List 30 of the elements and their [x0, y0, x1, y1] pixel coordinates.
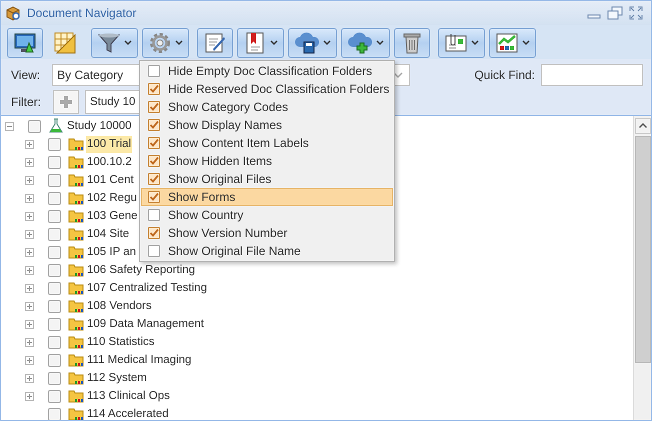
menu-item[interactable]: Show Content Item Labels: [141, 134, 393, 152]
tree-item[interactable]: 103 Gene: [86, 208, 139, 224]
menu-item[interactable]: Show Original File Name: [141, 242, 393, 260]
tree-item[interactable]: 111 Medical Imaging: [86, 352, 192, 368]
menu-item[interactable]: Show Forms: [141, 188, 393, 206]
tree-item[interactable]: 104 Site: [86, 226, 130, 242]
menu-item[interactable]: Show Display Names: [141, 116, 393, 134]
tree-item[interactable]: 114 Accelerated: [86, 406, 170, 420]
tree-item[interactable]: 106 Safety Reporting: [86, 262, 196, 278]
tree-item[interactable]: 100.10.2: [86, 154, 133, 170]
menu-item[interactable]: Show Version Number: [141, 224, 393, 242]
filter-label: Filter:: [11, 94, 41, 108]
menu-item[interactable]: Hide Empty Doc Classification Folders: [141, 62, 393, 80]
window-title: Document Navigator: [27, 6, 136, 20]
quick-find-label: Quick Find:: [474, 68, 535, 82]
tree-item[interactable]: 107 Centralized Testing: [86, 280, 208, 296]
tree-item[interactable]: 105 IP an: [86, 244, 138, 260]
tree-item[interactable]: 100 Trial: [86, 136, 132, 152]
menu-item[interactable]: Show Hidden Items: [141, 152, 393, 170]
tree-item[interactable]: 102 Regu: [86, 190, 138, 206]
tree-item[interactable]: Study 10000: [66, 118, 133, 134]
tree-item[interactable]: 112 System: [86, 370, 148, 386]
tree-item[interactable]: 109 Data Management: [86, 316, 205, 332]
menu-item[interactable]: Show Original Files: [141, 170, 393, 188]
tree-item[interactable]: 108 Vendors: [86, 298, 153, 314]
tree-item[interactable]: 110 Statistics: [86, 334, 156, 350]
menu-item[interactable]: Show Country: [141, 206, 393, 224]
tree-item[interactable]: 101 Cent: [86, 172, 135, 188]
view-label: View:: [11, 68, 40, 82]
tree-item[interactable]: 113 Clinical Ops: [86, 388, 171, 404]
